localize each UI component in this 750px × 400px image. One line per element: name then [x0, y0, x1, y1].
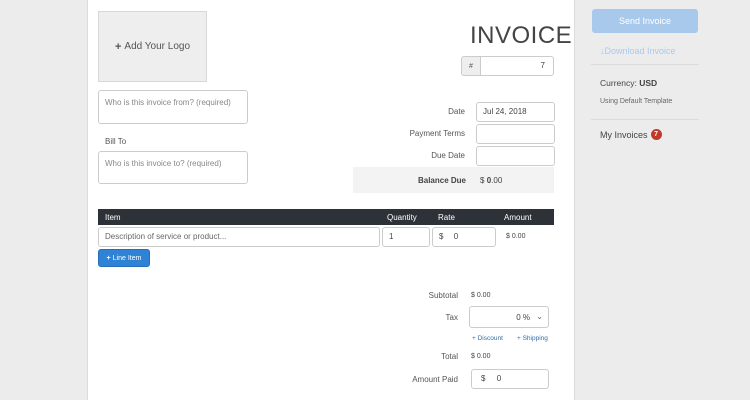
description-input[interactable]: Description of service or product...: [98, 227, 380, 247]
balance-due-label: Balance Due: [417, 176, 466, 185]
due-date-label: Due Date: [431, 151, 465, 160]
amount-paid-value: 0: [496, 374, 502, 383]
invoice-sheet: + Add Your Logo INVOICE # 7 Who is this …: [87, 0, 575, 400]
quantity-input[interactable]: 1: [382, 227, 430, 247]
subtotal-label: Subtotal: [428, 291, 458, 300]
tax-input[interactable]: 0 % ⌄: [469, 306, 549, 328]
add-shipping-link[interactable]: + Shipping: [517, 335, 548, 342]
amount-paid-label: Amount Paid: [412, 375, 458, 384]
add-discount-link[interactable]: + Discount: [472, 335, 503, 342]
rate-input[interactable]: $ 0: [432, 227, 496, 247]
invoice-number-prefix: #: [461, 56, 480, 76]
line-amount: $ 0.00: [506, 233, 526, 240]
header-rate: Rate: [438, 213, 455, 222]
add-logo-label: Add Your Logo: [124, 41, 191, 52]
send-invoice-button[interactable]: Send Invoice: [592, 9, 698, 33]
total-value: $ 0.00: [471, 353, 491, 360]
tax-label: Tax: [445, 313, 458, 322]
to-field[interactable]: Who is this invoice to? (required): [98, 151, 248, 184]
header-amount: Amount: [504, 213, 532, 222]
download-invoice-link[interactable]: ↓Download Invoice: [600, 46, 676, 56]
invoice-number-group: # 7: [461, 56, 554, 76]
header-quantity: Quantity: [387, 213, 417, 222]
sidebar-divider: [591, 64, 699, 65]
amount-paid-currency: $: [481, 374, 486, 383]
my-invoices-count-badge: 7: [650, 129, 662, 140]
plus-icon: +: [106, 254, 111, 262]
total-label: Total: [441, 352, 458, 361]
subtotal-value: $ 0.00: [471, 292, 491, 299]
rate-currency: $: [439, 232, 444, 241]
due-date-input[interactable]: [476, 146, 555, 166]
currency-prefix: Currency:: [600, 78, 637, 88]
template-info[interactable]: Using Default Template: [600, 98, 672, 105]
rate-value: 0: [453, 232, 459, 241]
date-input[interactable]: Jul 24, 2018: [476, 102, 555, 122]
bill-to-label: Bill To: [105, 137, 127, 146]
invoice-title: INVOICE: [470, 22, 573, 49]
balance-due-value: $ 0.00: [480, 176, 503, 185]
currency-selector[interactable]: Currency: USD: [600, 78, 657, 88]
line-items-header: Item Quantity Rate Amount: [98, 209, 554, 225]
download-invoice-label: Download Invoice: [604, 46, 676, 56]
invoice-number-input[interactable]: 7: [480, 56, 554, 76]
payment-terms-input[interactable]: [476, 124, 555, 144]
balance-due-row: Balance Due $ 0.00: [353, 167, 554, 193]
chevron-down-icon[interactable]: ⌄: [536, 312, 543, 321]
add-logo-button[interactable]: + Add Your Logo: [98, 11, 207, 82]
amount-paid-input[interactable]: $ 0: [471, 369, 549, 389]
from-field[interactable]: Who is this invoice from? (required): [98, 90, 248, 124]
date-label: Date: [448, 107, 465, 116]
sidebar-divider: [591, 119, 699, 120]
my-invoices-link[interactable]: My Invoices 7: [600, 129, 662, 140]
payment-terms-label: Payment Terms: [409, 129, 465, 138]
add-line-item-label: Line Item: [112, 254, 142, 262]
my-invoices-label: My Invoices: [600, 129, 648, 140]
header-item: Item: [105, 213, 121, 222]
plus-icon: +: [114, 40, 122, 53]
currency-value: USD: [639, 78, 658, 88]
tax-value: 0 %: [516, 313, 530, 322]
add-line-item-button[interactable]: + Line Item: [98, 249, 150, 267]
